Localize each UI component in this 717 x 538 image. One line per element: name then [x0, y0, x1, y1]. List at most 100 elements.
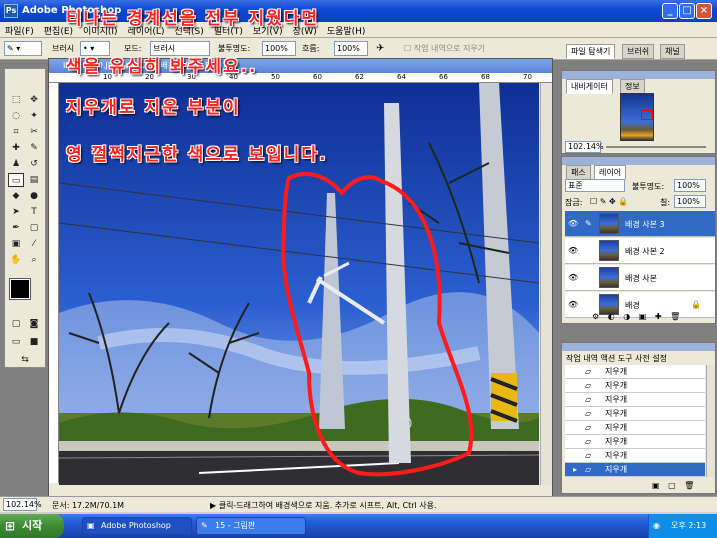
navigator-titlebar[interactable] [562, 71, 715, 79]
lock-icon: 🔒 [691, 300, 701, 309]
layer-name: 배경 사본 2 [625, 247, 665, 256]
lasso-tool-icon[interactable]: ◌ [8, 109, 24, 123]
history-item[interactable]: ▱ 지우개 [565, 379, 705, 393]
vertical-ruler [49, 83, 59, 483]
ruler-tick-label: 70 [523, 73, 532, 81]
history-item[interactable]: ▱ 지우개 [565, 407, 705, 421]
clock: 오후 2:13 [671, 521, 707, 530]
status-hint-text: 클릭-드래그하여 배경색으로 지움. 추가로 시프트, Alt, Ctrl 사용… [218, 501, 437, 510]
close-button[interactable]: × [696, 3, 712, 19]
ruler-tick-label: 60 [313, 73, 322, 81]
layer-row[interactable]: 👁 배경 사본 2 [565, 238, 715, 264]
navigator-zoom-input[interactable]: 102.14% [565, 141, 604, 153]
network-icon[interactable]: ◉ [653, 514, 660, 538]
navigator-view-box[interactable] [641, 110, 653, 120]
magic-wand-icon[interactable]: ✦ [26, 109, 42, 123]
status-doc-size[interactable]: 문서: 17.2M/70.1M [52, 500, 124, 511]
gradient-tool-icon[interactable]: ▤ [26, 173, 42, 187]
fullscreen-mode-icon[interactable]: ■ [26, 335, 42, 349]
clone-stamp-icon[interactable]: ♟ [8, 157, 24, 171]
menu-file[interactable]: 파일(F) [0, 22, 39, 39]
marquee-tool-icon[interactable]: ⬚ [8, 93, 24, 107]
eraser-icon: ▱ [585, 437, 592, 446]
layer-row[interactable]: 👁 배경 사본 [565, 265, 715, 291]
history-scrollbar[interactable] [706, 365, 715, 477]
eye-icon[interactable]: 👁 [568, 219, 578, 228]
standard-mode-icon[interactable]: ▢ [8, 317, 24, 331]
move-tool-icon[interactable]: ✥ [26, 93, 42, 107]
layers-titlebar[interactable] [562, 157, 715, 165]
navigator-thumbnail[interactable] [620, 93, 654, 141]
eye-icon[interactable]: 👁 [568, 300, 578, 309]
fill-input[interactable]: 100% [674, 195, 706, 208]
taskbar: ⊞ 시작 ▣ Adobe Photoshop ✎ 15 - 그림판 ◉ 오후 2:13 [0, 514, 717, 538]
airbrush-icon[interactable]: ✈ [376, 43, 384, 54]
history-item[interactable]: ▱ 지우개 [565, 449, 705, 463]
history-item[interactable]: ▱ 지우개 [565, 435, 705, 449]
layer-opacity-input[interactable]: 100% [674, 179, 706, 192]
ruler-tick-label: 50 [271, 73, 280, 81]
erase-history-label: 작업 내역으로 지우기 [413, 44, 486, 53]
history-actions-icons[interactable]: ▣ ▢ 🗑 [652, 481, 697, 490]
start-button[interactable]: ⊞ 시작 [0, 514, 64, 538]
fill-label: 칠: [660, 198, 671, 207]
status-zoom[interactable]: 102.14% [3, 498, 42, 511]
history-item[interactable]: ▱ 지우개 [565, 365, 705, 379]
healing-brush-icon[interactable]: ✚ [8, 141, 24, 155]
quick-mask-icon[interactable]: ◙ [26, 317, 42, 331]
flow-input[interactable]: 100% [334, 41, 368, 56]
blend-mode-select[interactable]: 표준 [565, 179, 625, 192]
menu-help[interactable]: 도움말(H) [322, 22, 371, 39]
tab-navigator[interactable]: 내비게이터 [566, 79, 613, 94]
task-paint[interactable]: ✎ 15 - 그림판 [196, 517, 306, 535]
zoom-tool-icon[interactable]: ⌕ [26, 253, 42, 267]
history-tabs[interactable]: 작업 내역 액션 도구 사전 설정 [566, 353, 667, 364]
eraser-icon: ▱ [585, 409, 592, 418]
vertical-scrollbar[interactable] [540, 83, 552, 485]
ruler-tick-label: 64 [397, 73, 406, 81]
layer-opacity-label: 불투명도: [632, 182, 665, 191]
slice-tool-icon[interactable]: ✂ [26, 125, 42, 139]
brush-tool-icon[interactable]: ✎ [26, 141, 42, 155]
hand-tool-icon[interactable]: ✋ [8, 253, 24, 267]
imageready-icon[interactable]: ⇆ [17, 353, 33, 367]
lock-icons[interactable]: ☐ ✎ ✥ 🔒 [590, 197, 628, 206]
eraser-tool-icon[interactable]: ▭ [8, 173, 24, 187]
type-tool-icon[interactable]: T [26, 205, 42, 219]
eye-icon[interactable]: 👁 [568, 246, 578, 255]
layer-actions-icons[interactable]: ⚙ ◐ ◑ ▣ ✚ 🗑 [592, 312, 683, 321]
history-item[interactable]: ▱ 지우개 [565, 393, 705, 407]
maximize-button[interactable]: □ [679, 3, 695, 19]
tab-info[interactable]: 정보 [620, 79, 645, 94]
eyedropper-icon[interactable]: ⁄ [26, 237, 42, 251]
eye-icon[interactable]: 👁 [568, 273, 578, 282]
tab-paths[interactable]: 패스 [566, 165, 591, 180]
crop-tool-icon[interactable]: ⌗ [8, 125, 24, 139]
opacity-input[interactable]: 100% [262, 41, 296, 56]
erase-history-checkbox[interactable]: ☐ 작업 내역으로 지우기 [404, 43, 485, 54]
eraser-icon: ▱ [585, 451, 592, 460]
tab-channels[interactable]: 채널 [660, 44, 685, 59]
foreground-color-swatch[interactable] [9, 278, 31, 300]
tab-brushes[interactable]: 브러쉬 [622, 44, 655, 59]
tab-layers[interactable]: 레이어 [594, 165, 627, 180]
shape-tool-icon[interactable]: ▢ [26, 221, 42, 235]
tab-file-browser[interactable]: 파일 탐색기 [566, 44, 616, 59]
layer-row[interactable]: 👁 ✎ 배경 사본 3 [565, 211, 715, 237]
path-select-icon[interactable]: ➤ [8, 205, 24, 219]
minimize-button[interactable]: _ [662, 3, 678, 19]
navigator-zoom-slider[interactable] [606, 146, 706, 148]
history-item-selected[interactable]: ▸ ▱ 지우개 [565, 463, 705, 477]
dodge-tool-icon[interactable]: ● [26, 189, 42, 203]
tool-preset-picker[interactable]: ✎ ▾ [4, 41, 42, 56]
screen-mode-icon[interactable]: ▭ [8, 335, 24, 349]
status-hint: ▶ 클릭-드래그하여 배경색으로 지움. 추가로 시프트, Alt, Ctrl … [210, 501, 437, 510]
notes-tool-icon[interactable]: ▣ [8, 237, 24, 251]
history-brush-icon[interactable]: ↺ [26, 157, 42, 171]
task-photoshop[interactable]: ▣ Adobe Photoshop [82, 517, 192, 535]
blur-tool-icon[interactable]: ◆ [8, 189, 24, 203]
pen-tool-icon[interactable]: ✒ [8, 221, 24, 235]
history-titlebar[interactable] [562, 343, 715, 351]
history-item[interactable]: ▱ 지우개 [565, 421, 705, 435]
layer-name: 배경 [625, 301, 640, 310]
